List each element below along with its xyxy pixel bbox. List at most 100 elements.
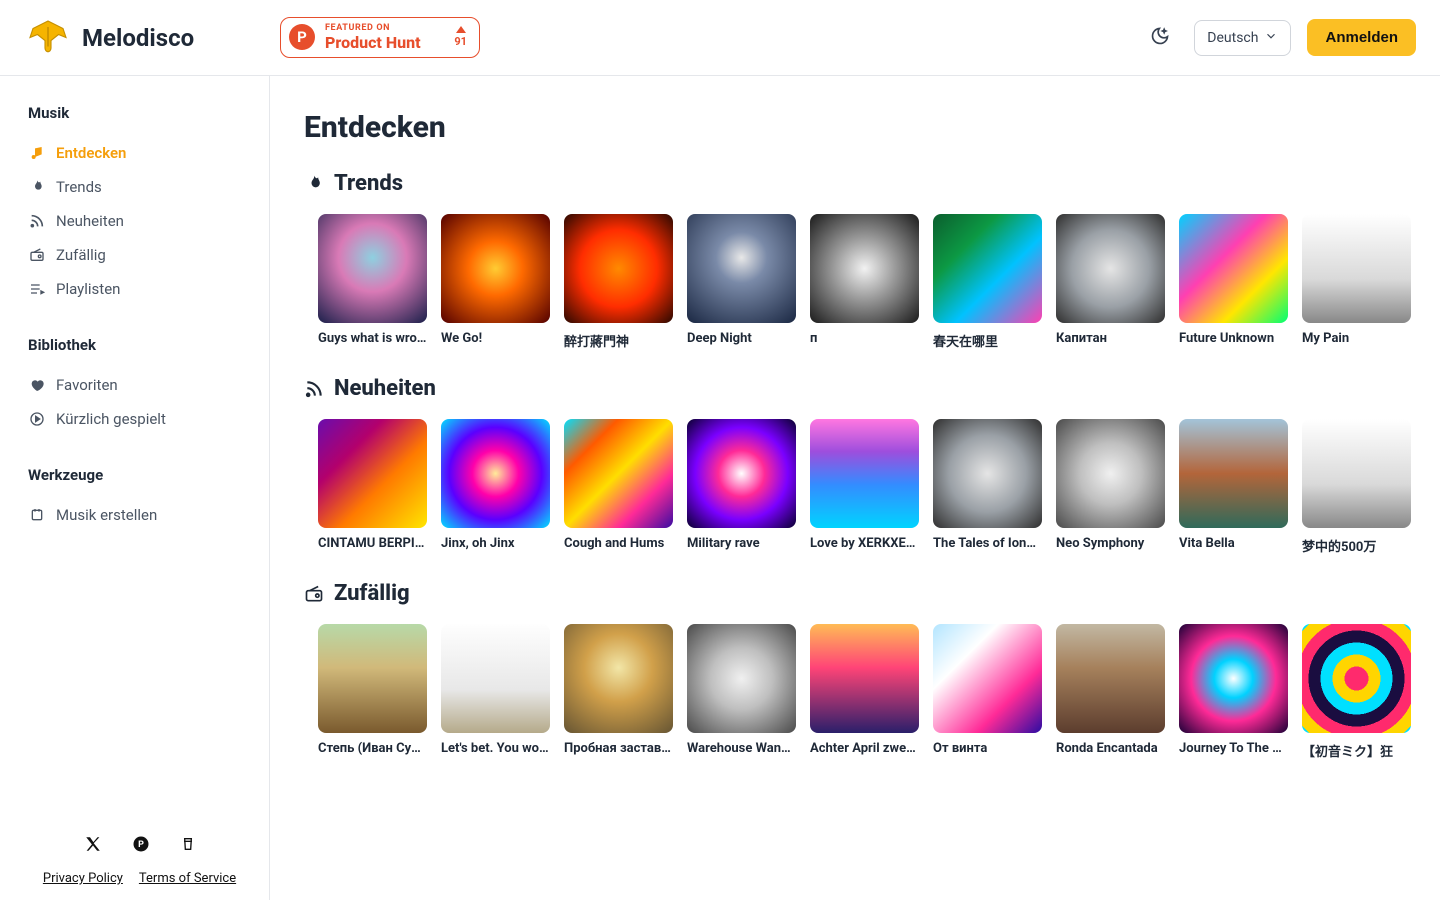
- library-icon: [28, 506, 46, 524]
- album-cover: [810, 624, 919, 733]
- track-card[interactable]: Love by XERKXE…: [810, 419, 919, 555]
- track-card[interactable]: Vita Bella: [1179, 419, 1288, 555]
- sidebar-footer: P Privacy Policy Terms of Service: [28, 835, 251, 886]
- track-card[interactable]: Deep Night: [687, 214, 796, 350]
- track-card[interactable]: We Go!: [441, 214, 550, 350]
- track-title: Ronda Encantada: [1056, 741, 1165, 756]
- track-card[interactable]: Journey To The End: [1179, 624, 1288, 760]
- album-cover: [318, 419, 427, 528]
- sidebar-item-entdecken[interactable]: Entdecken: [28, 136, 251, 170]
- album-cover: [1302, 419, 1411, 528]
- track-card[interactable]: 春天在哪里: [933, 214, 1042, 350]
- sidebar-item-recent[interactable]: Kürzlich gespielt: [28, 402, 251, 436]
- track-card[interactable]: От винта: [933, 624, 1042, 760]
- neuheiten-row: CINTAMU BERPI… Jinx, oh Jinx Cough and H…: [304, 419, 1440, 555]
- album-cover: [564, 624, 673, 733]
- trends-row: Guys what is wro… We Go! 醉打蔣門神 Deep Nigh…: [304, 214, 1440, 350]
- track-title: 【初音ミク】狂: [1302, 741, 1411, 760]
- track-card[interactable]: Пробная застав…: [564, 624, 673, 760]
- signin-button[interactable]: Anmelden: [1307, 19, 1416, 56]
- product-hunt-badge[interactable]: P FEATURED ON Product Hunt 91: [280, 17, 480, 58]
- album-cover: [564, 214, 673, 323]
- play-circle-icon: [28, 410, 46, 428]
- sidebar-item-label: Musik erstellen: [56, 506, 157, 524]
- radio-icon: [304, 584, 324, 604]
- ph-title: Product Hunt: [325, 34, 421, 52]
- track-card[interactable]: The Tales of Iono…: [933, 419, 1042, 555]
- track-card[interactable]: My Pain: [1302, 214, 1411, 350]
- album-cover: [1056, 419, 1165, 528]
- brand[interactable]: Melodisco: [24, 19, 264, 57]
- track-title: Deep Night: [687, 331, 796, 346]
- track-card[interactable]: Cough and Hums: [564, 419, 673, 555]
- language-label: Deutsch: [1207, 30, 1258, 46]
- track-title: Achter April zwei…: [810, 741, 919, 756]
- theme-toggle[interactable]: [1142, 20, 1178, 56]
- album-cover: [687, 214, 796, 323]
- track-card[interactable]: Степь (Иван Сур…: [318, 624, 427, 760]
- page-title: Entdecken: [304, 110, 1440, 145]
- album-cover: [810, 419, 919, 528]
- album-cover: [1179, 624, 1288, 733]
- language-select[interactable]: Deutsch: [1194, 20, 1291, 56]
- sidebar-item-zufaellig[interactable]: Zufällig: [28, 238, 251, 272]
- sidebar-heading-werkzeuge: Werkzeuge: [28, 466, 251, 484]
- track-title: Let's bet. You wo…: [441, 741, 550, 756]
- sidebar-item-favoriten[interactable]: Favoriten: [28, 368, 251, 402]
- x-twitter-icon[interactable]: [84, 835, 102, 857]
- track-title: Степь (Иван Сур…: [318, 741, 427, 756]
- moon-icon: [1150, 26, 1170, 50]
- sidebar-group-bibliothek: Bibliothek Favoriten Kürzlich gespielt: [28, 336, 251, 436]
- product-hunt-icon: P: [289, 24, 315, 50]
- track-title: Cough and Hums: [564, 536, 673, 551]
- track-title: От винта: [933, 741, 1042, 756]
- album-cover: [1302, 624, 1411, 733]
- album-cover: [687, 419, 796, 528]
- track-card[interactable]: Guys what is wro…: [318, 214, 427, 350]
- album-cover: [564, 419, 673, 528]
- sidebar-item-label: Favoriten: [56, 376, 118, 394]
- track-card[interactable]: 醉打蔣門神: [564, 214, 673, 350]
- sidebar-item-playlisten[interactable]: Playlisten: [28, 272, 251, 306]
- track-title: Vita Bella: [1179, 536, 1288, 551]
- track-card[interactable]: Neo Symphony: [1056, 419, 1165, 555]
- track-title: My Pain: [1302, 331, 1411, 346]
- track-card[interactable]: CINTAMU BERPI…: [318, 419, 427, 555]
- track-title: 春天在哪里: [933, 331, 1042, 350]
- track-card[interactable]: Капитан: [1056, 214, 1165, 350]
- track-card[interactable]: п: [810, 214, 919, 350]
- track-card[interactable]: Let's bet. You wo…: [441, 624, 550, 760]
- track-card[interactable]: Ronda Encantada: [1056, 624, 1165, 760]
- track-title: Journey To The End: [1179, 741, 1288, 756]
- sidebar-item-label: Neuheiten: [56, 212, 124, 230]
- track-card[interactable]: Military rave: [687, 419, 796, 555]
- sidebar-item-neuheiten[interactable]: Neuheiten: [28, 204, 251, 238]
- album-cover: [441, 214, 550, 323]
- track-card[interactable]: Future Unknown: [1179, 214, 1288, 350]
- track-title: Jinx, oh Jinx: [441, 536, 550, 551]
- sidebar-group-musik: Musik Entdecken Trends Neuheiten: [28, 104, 251, 306]
- sidebar-item-label: Kürzlich gespielt: [56, 410, 166, 428]
- terms-link[interactable]: Terms of Service: [139, 871, 236, 886]
- sidebar: Musik Entdecken Trends Neuheiten: [0, 76, 270, 900]
- track-title: Future Unknown: [1179, 331, 1288, 346]
- sidebar-item-trends[interactable]: Trends: [28, 170, 251, 204]
- album-cover: [318, 214, 427, 323]
- privacy-link[interactable]: Privacy Policy: [43, 871, 123, 886]
- album-cover: [687, 624, 796, 733]
- product-hunt-icon[interactable]: P: [132, 835, 150, 857]
- track-title: Love by XERKXE…: [810, 536, 919, 551]
- sidebar-item-create-music[interactable]: Musik erstellen: [28, 498, 251, 532]
- coffee-icon[interactable]: [180, 835, 196, 857]
- track-card[interactable]: Jinx, oh Jinx: [441, 419, 550, 555]
- track-card[interactable]: Achter April zwei…: [810, 624, 919, 760]
- track-card[interactable]: 【初音ミク】狂: [1302, 624, 1411, 760]
- track-card[interactable]: Warehouse Wand…: [687, 624, 796, 760]
- track-title: The Tales of Iono…: [933, 536, 1042, 551]
- svg-text:P: P: [138, 840, 144, 850]
- track-title: Neo Symphony: [1056, 536, 1165, 551]
- track-title: CINTAMU BERPI…: [318, 536, 427, 551]
- sidebar-item-label: Zufällig: [56, 246, 106, 264]
- track-card[interactable]: 梦中的500万: [1302, 419, 1411, 555]
- playlist-icon: [28, 280, 46, 298]
